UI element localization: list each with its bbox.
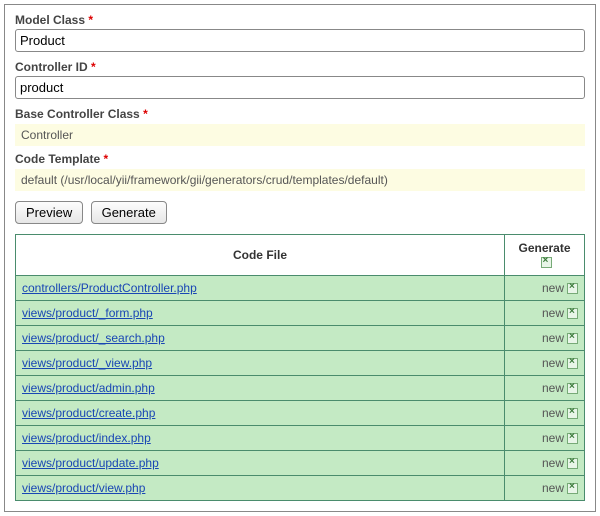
preview-button[interactable]: Preview [15,201,83,224]
code-file-link[interactable]: views/product/index.php [22,431,151,445]
row-checkbox[interactable] [567,283,578,294]
model-class-input[interactable] [15,29,585,52]
file-status: new [542,406,564,420]
row-checkbox[interactable] [567,333,578,344]
file-status: new [542,356,564,370]
base-controller-row: Base Controller Class * [15,107,585,123]
controller-id-label: Controller ID * [15,60,96,74]
generate-cell: new [505,351,585,376]
select-all-checkbox[interactable] [541,257,552,268]
file-status: new [542,306,564,320]
required-marker: * [88,13,93,27]
model-class-label: Model Class * [15,13,93,27]
code-file-cell: views/product/_form.php [16,301,505,326]
code-file-cell: views/product/index.php [16,426,505,451]
code-file-cell: views/product/update.php [16,451,505,476]
table-row: views/product/admin.php new [16,376,585,401]
generator-form: Model Class * Controller ID * Base Contr… [4,4,596,512]
header-generate: Generate [505,235,585,276]
code-file-link[interactable]: views/product/view.php [22,481,145,495]
action-buttons: Preview Generate [15,201,585,224]
table-row: views/product/update.php new [16,451,585,476]
required-marker: * [143,107,148,121]
code-file-cell: views/product/create.php [16,401,505,426]
generate-cell: new [505,451,585,476]
file-status: new [542,281,564,295]
file-status: new [542,431,564,445]
code-file-cell: views/product/view.php [16,476,505,501]
table-row: views/product/index.php new [16,426,585,451]
row-checkbox[interactable] [567,383,578,394]
code-file-cell: views/product/_search.php [16,326,505,351]
file-status: new [542,481,564,495]
row-checkbox[interactable] [567,458,578,469]
table-row: views/product/create.php new [16,401,585,426]
table-row: views/product/_form.php new [16,301,585,326]
generate-cell: new [505,326,585,351]
required-marker: * [91,60,96,74]
header-code-file: Code File [16,235,505,276]
file-status: new [542,331,564,345]
code-file-cell: controllers/ProductController.php [16,276,505,301]
code-template-value: default (/usr/local/yii/framework/gii/ge… [15,169,585,191]
base-controller-label: Base Controller Class * [15,107,148,121]
code-file-link[interactable]: controllers/ProductController.php [22,281,197,295]
row-checkbox[interactable] [567,308,578,319]
generate-cell: new [505,301,585,326]
base-controller-value: Controller [15,124,585,146]
generate-button[interactable]: Generate [91,201,167,224]
file-status: new [542,381,564,395]
row-checkbox[interactable] [567,408,578,419]
code-file-cell: views/product/admin.php [16,376,505,401]
generate-cell: new [505,476,585,501]
required-marker: * [103,152,108,166]
code-file-cell: views/product/_view.php [16,351,505,376]
code-file-link[interactable]: views/product/_view.php [22,356,152,370]
model-class-row: Model Class * [15,13,585,52]
row-checkbox[interactable] [567,483,578,494]
code-files-table: Code File Generate controllers/ProductCo… [15,234,585,501]
code-file-link[interactable]: views/product/admin.php [22,381,155,395]
controller-id-row: Controller ID * [15,60,585,99]
code-template-label: Code Template * [15,152,108,166]
generate-cell: new [505,376,585,401]
generate-cell: new [505,276,585,301]
code-file-link[interactable]: views/product/update.php [22,456,159,470]
row-checkbox[interactable] [567,358,578,369]
code-file-link[interactable]: views/product/_form.php [22,306,153,320]
table-row: controllers/ProductController.php new [16,276,585,301]
table-row: views/product/_search.php new [16,326,585,351]
controller-id-input[interactable] [15,76,585,99]
table-row: views/product/_view.php new [16,351,585,376]
generate-cell: new [505,426,585,451]
generate-cell: new [505,401,585,426]
code-file-link[interactable]: views/product/create.php [22,406,155,420]
code-template-row: Code Template * [15,152,585,168]
row-checkbox[interactable] [567,433,578,444]
file-status: new [542,456,564,470]
code-file-link[interactable]: views/product/_search.php [22,331,165,345]
table-row: views/product/view.php new [16,476,585,501]
